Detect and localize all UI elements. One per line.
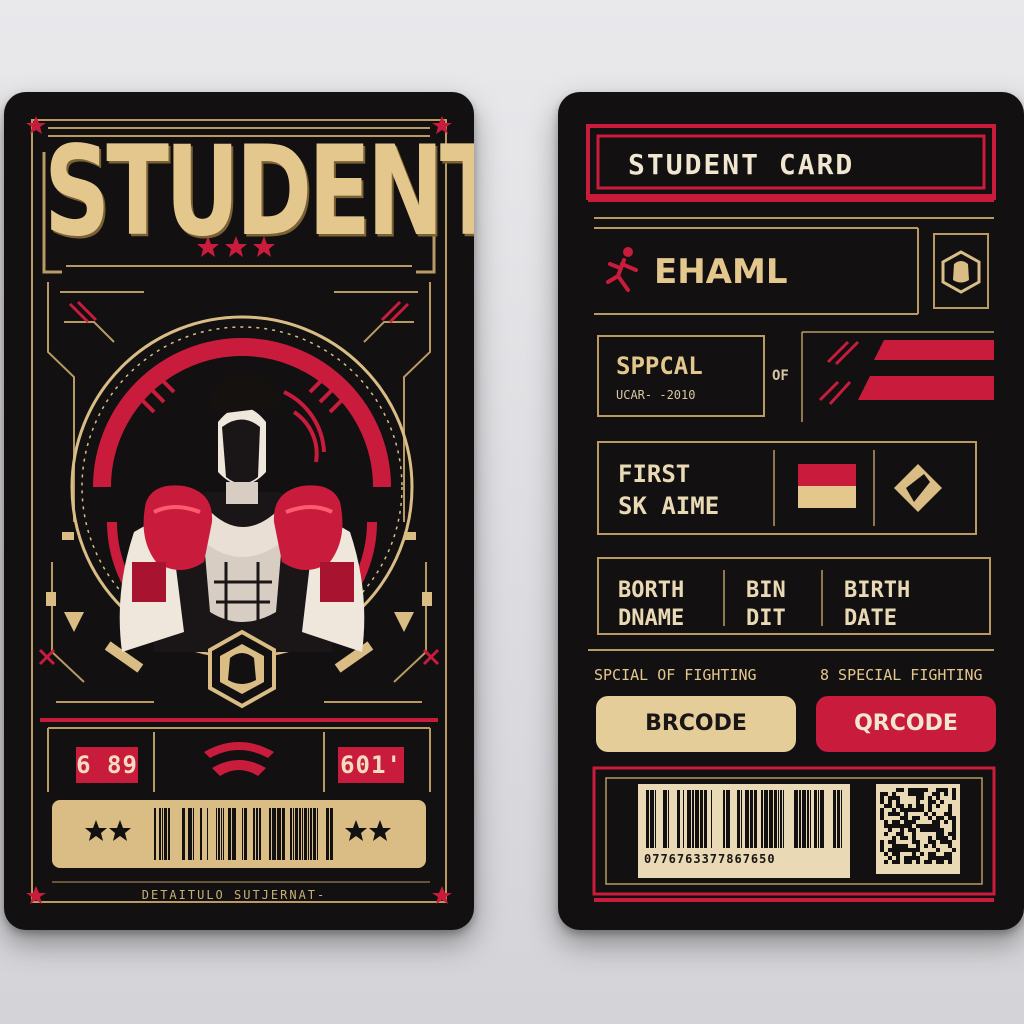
bin-line2: DIT (746, 606, 786, 631)
birth-date-line1: BIRTH (844, 578, 911, 603)
birth-date-line2: DATE (844, 606, 897, 631)
bin-line1: BIN (746, 578, 786, 603)
fist-emblem-icon (208, 629, 276, 709)
badge-left: 6 89 (76, 747, 138, 783)
barcode-button[interactable]: BRCODE (596, 696, 796, 752)
student-card-back: STUDENT CARD EHAML SPPCAL UCAR- -2010 OF… (558, 92, 1024, 930)
center-chevron-icon (204, 742, 274, 776)
birth-name-line1: BORTH (618, 578, 685, 603)
runner-icon (606, 247, 638, 292)
red-stripes (818, 340, 994, 406)
first-name-line2: SK AIME (618, 492, 720, 520)
student-card-front: STUDENT 6 89 601' DETAITULO SUTJERNAT- (4, 92, 474, 930)
back-header: STUDENT CARD (628, 148, 855, 181)
caption-left: SPCIAL OF FIGHTING (594, 666, 757, 684)
of-label: OF (772, 368, 789, 384)
special-title: SPPCAL (616, 352, 703, 380)
diamond-emblem-icon (894, 464, 942, 512)
special-subtitle: UCAR- -2010 (616, 388, 696, 402)
qrcode-button[interactable]: QRCODE (816, 696, 996, 752)
student-name: EHAML (654, 252, 788, 292)
boxer-illustration-icon (119, 373, 365, 652)
caption-right: 8 SPECIAL FIGHTING (820, 666, 983, 684)
barcode-number: 0776763377867650 (644, 852, 776, 866)
front-footer-text: DETAITULO SUTJERNAT- (141, 888, 327, 902)
card-title: STUDENT (44, 119, 474, 264)
first-name-line1: FIRST (618, 460, 691, 488)
birth-name-line2: DNAME (618, 606, 685, 631)
fist-emblem-icon (941, 250, 981, 294)
badge-right: 601' (338, 747, 404, 783)
